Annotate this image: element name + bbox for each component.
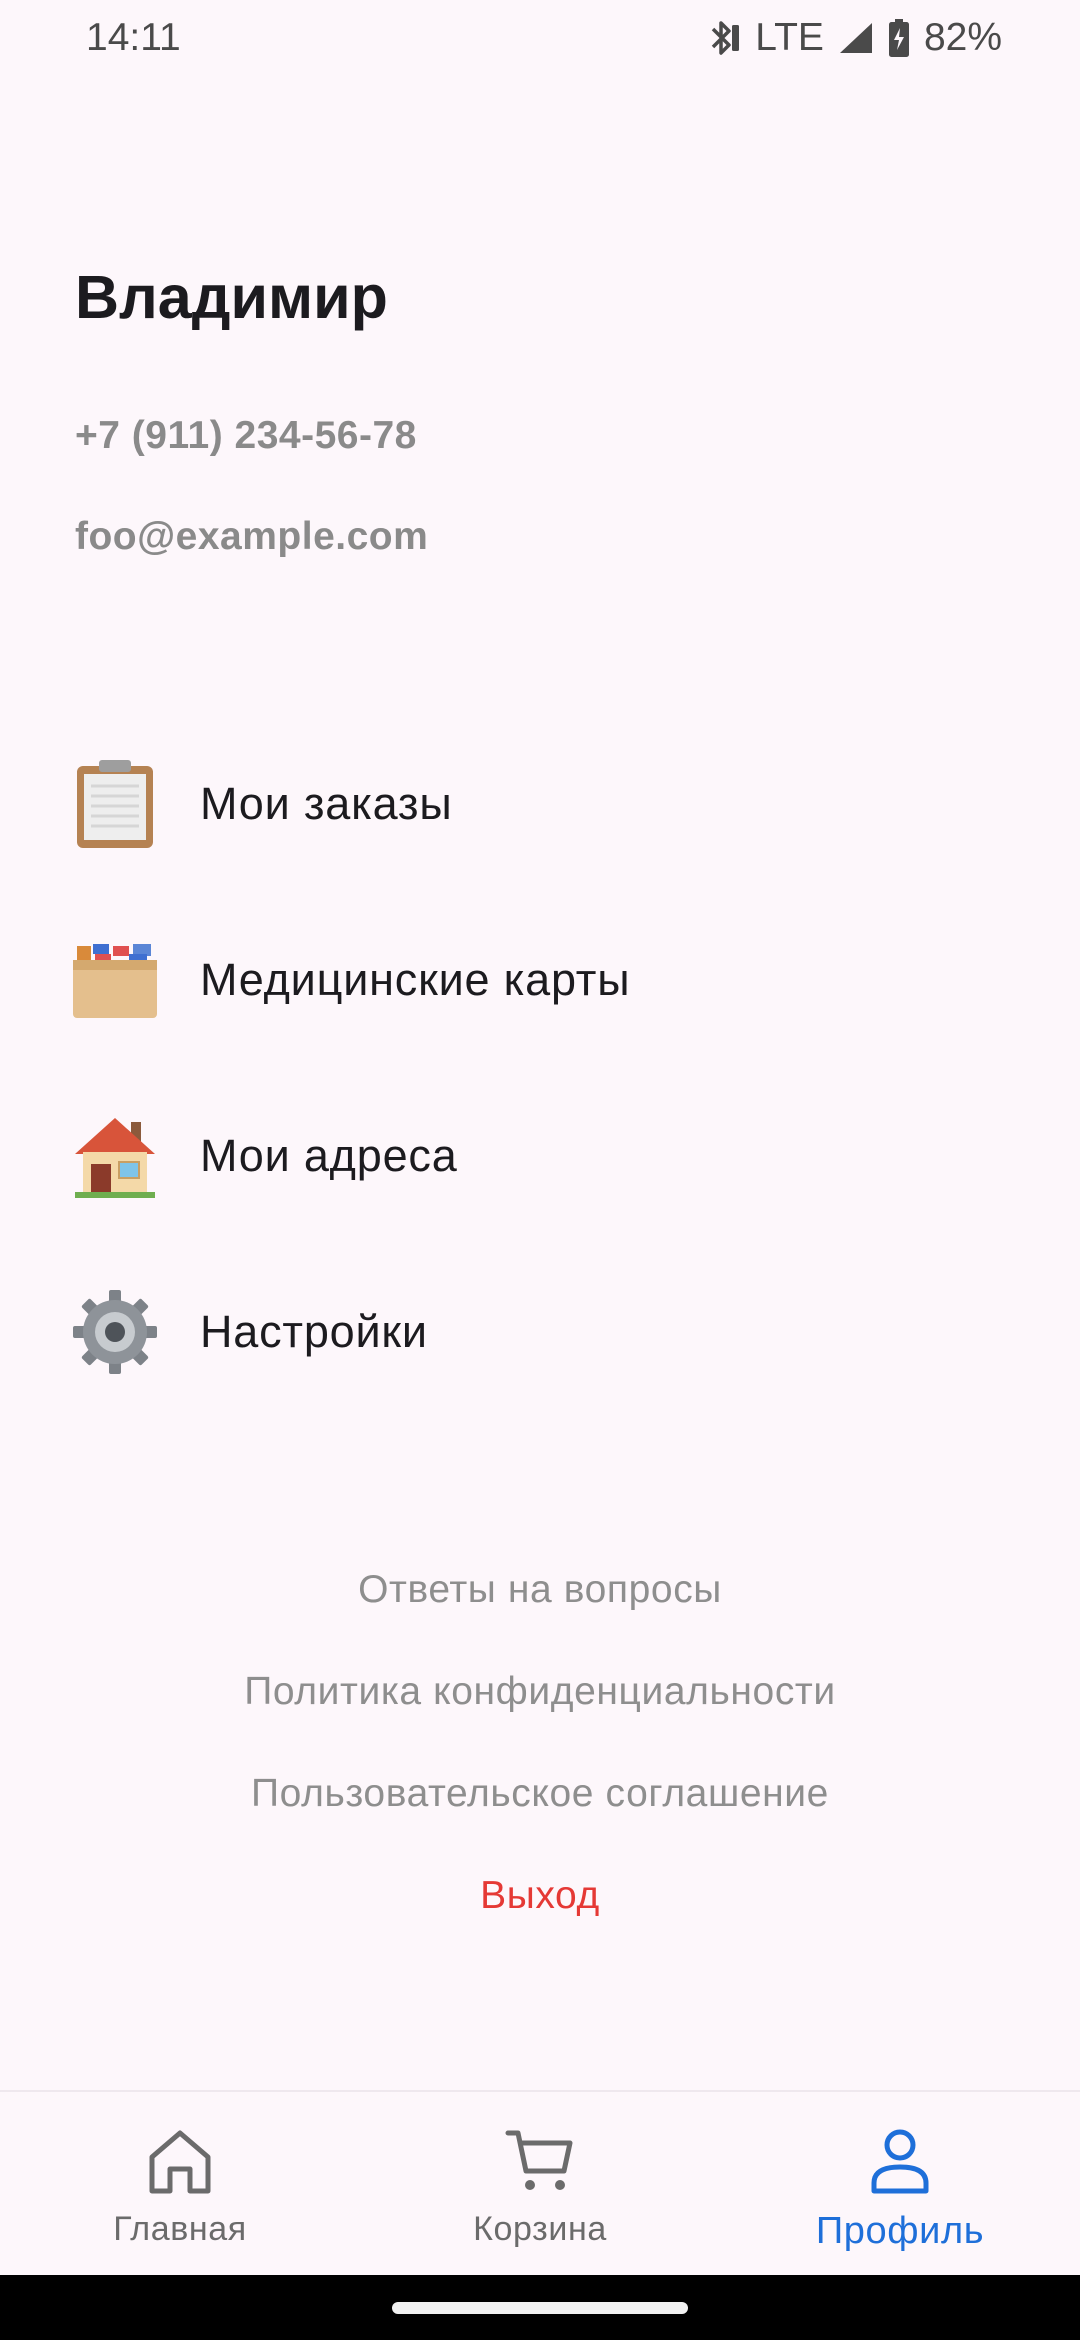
privacy-policy-link[interactable]: Политика конфиденциальности [0,1670,1080,1714]
menu-item-settings[interactable]: Настройки [60,1272,1020,1392]
menu-item-label: Мои адреса [200,1130,458,1181]
status-bar: 14:11 LTE 82% [0,0,1080,76]
user-email: foo@example.com [75,515,429,558]
nav-label: Профиль [815,2210,985,2252]
menu-item-label: Медицинские карты [200,954,631,1005]
user-agreement-link[interactable]: Пользовательское соглашение [0,1772,1080,1816]
home-icon [144,2122,216,2200]
nav-item-home[interactable]: Главная [0,2092,360,2277]
faq-link[interactable]: Ответы на вопросы [0,1568,1080,1612]
user-name: Владимир [75,263,388,331]
menu-item-my-addresses[interactable]: Мои адреса [60,1096,1020,1216]
battery-level: 82% [923,16,1002,59]
system-navigation-bar [0,2275,1080,2340]
nav-item-profile[interactable]: Профиль [720,2092,1080,2277]
home-gesture-handle[interactable] [392,2302,688,2314]
person-icon [864,2122,936,2200]
nav-label: Корзина [473,2210,607,2248]
bluetooth-icon [707,19,741,57]
gear-icon [60,1277,170,1387]
card-file-box-icon [60,925,170,1035]
status-time: 14:11 [86,16,181,59]
cart-icon [504,2122,576,2200]
bottom-navigation: Главная Корзина Профиль [0,2090,1080,2275]
menu-item-label: Мои заказы [200,778,453,829]
house-icon [60,1101,170,1211]
signal-icon [838,21,874,55]
user-phone: +7 (911) 234-56-78 [75,414,417,457]
profile-screen: 14:11 LTE 82% Владимир +7 (911) 234-56-7… [0,0,1080,2340]
network-type: LTE [755,16,824,59]
battery-charging-icon [888,19,910,57]
clipboard-icon [60,749,170,859]
logout-button[interactable]: Выход [0,1874,1080,1918]
nav-item-cart[interactable]: Корзина [360,2092,720,2277]
menu-item-my-orders[interactable]: Мои заказы [60,744,1020,864]
nav-label: Главная [113,2210,247,2248]
menu-item-label: Настройки [200,1306,428,1357]
menu-item-medical-cards[interactable]: Медицинские карты [60,920,1020,1040]
status-icons: LTE 82% [707,16,1002,60]
